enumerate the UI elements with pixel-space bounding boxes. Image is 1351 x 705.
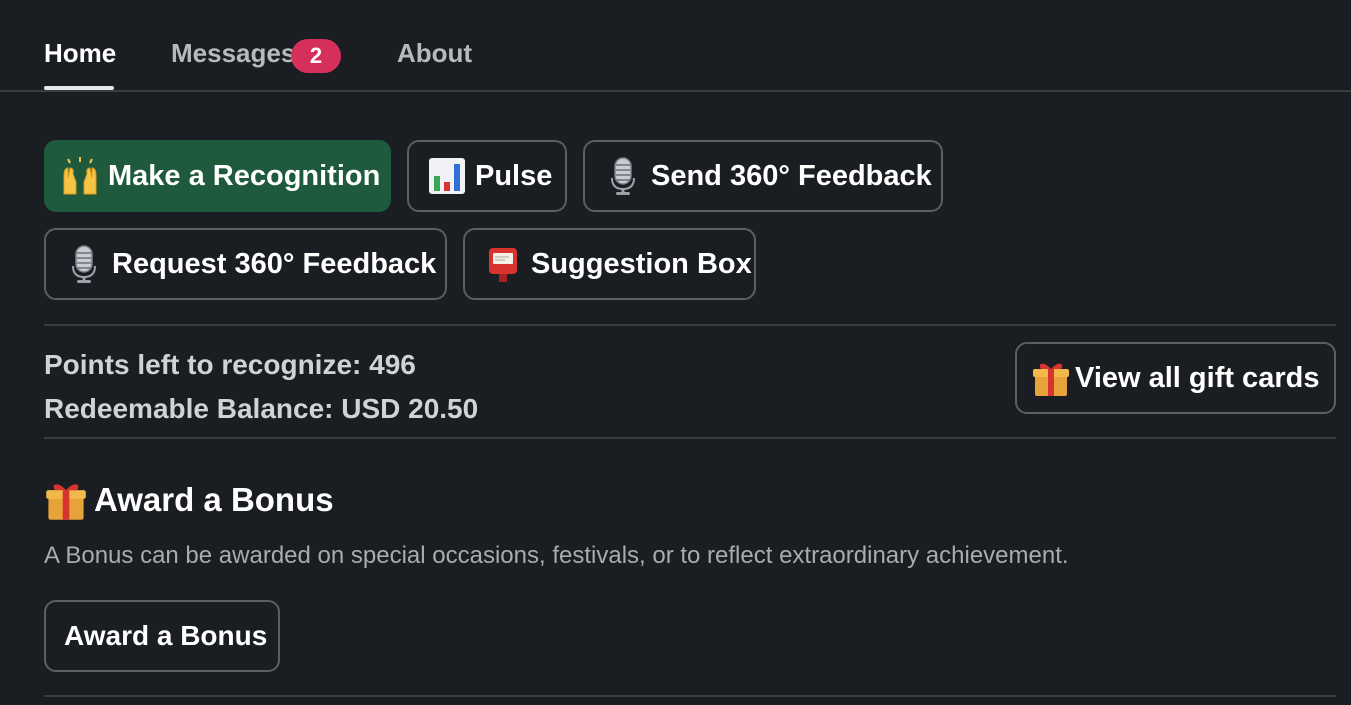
tab-messages[interactable]: Messages (171, 38, 295, 69)
award-bonus-button-label: Award a Bonus (64, 620, 268, 651)
suggestion-box-button[interactable]: Suggestion Box (463, 228, 756, 300)
microphone-icon (611, 157, 635, 196)
tab-bar: Home Messages 2 About (0, 0, 1351, 92)
bar-chart-icon (429, 158, 465, 194)
make-recognition-label: Make a Recognition (108, 159, 381, 192)
request-360-feedback-button[interactable]: Request 360° Feedback (44, 228, 447, 300)
redeemable-balance: Redeemable Balance: USD 20.50 (44, 393, 479, 424)
raised-hands-icon (63, 157, 97, 195)
make-recognition-button[interactable]: Make a Recognition (44, 140, 391, 212)
tab-about[interactable]: About (397, 38, 472, 69)
gift-icon (1033, 363, 1069, 396)
section-divider (44, 695, 1336, 697)
view-all-gift-cards-button[interactable]: View all gift cards (1015, 342, 1336, 414)
pulse-button[interactable]: Pulse (407, 140, 567, 212)
send-360-feedback-label: Send 360° Feedback (651, 159, 932, 192)
award-bonus-button[interactable]: Award a Bonus (44, 600, 280, 672)
view-all-gift-cards-label: View all gift cards (1075, 361, 1320, 394)
suggestion-box-label: Suggestion Box (531, 247, 752, 280)
microphone-icon (72, 245, 96, 284)
postbox-icon (489, 248, 517, 282)
points-left: Points left to recognize: 496 (44, 349, 416, 380)
tab-home[interactable]: Home (44, 38, 116, 69)
award-bonus-heading: Award a Bonus (44, 476, 334, 524)
section-divider (44, 437, 1336, 439)
messages-count-badge: 2 (291, 39, 341, 73)
award-bonus-description: A Bonus can be awarded on special occasi… (44, 542, 1069, 569)
award-bonus-title: Award a Bonus (94, 481, 334, 518)
section-divider (44, 324, 1336, 326)
pulse-label: Pulse (475, 159, 553, 192)
send-360-feedback-button[interactable]: Send 360° Feedback (583, 140, 943, 212)
gift-icon (46, 484, 86, 520)
active-tab-indicator (44, 86, 114, 90)
request-360-feedback-label: Request 360° Feedback (112, 247, 437, 280)
